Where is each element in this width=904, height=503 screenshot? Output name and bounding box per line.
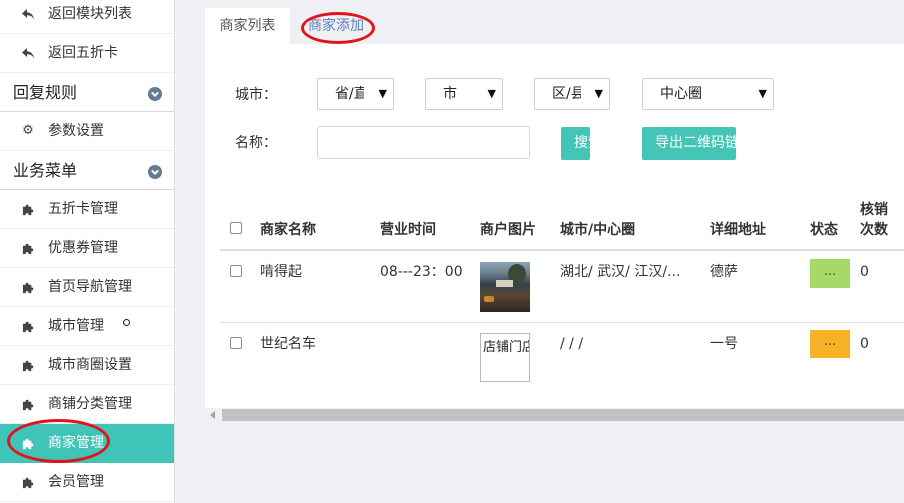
row-address: 一号	[710, 336, 738, 352]
name-filter-label: 名称：	[235, 135, 277, 151]
select-all-checkbox[interactable]	[230, 222, 242, 234]
column-header-address[interactable]: 详细地址	[710, 220, 766, 240]
sidebar-item-home-nav[interactable]: 首页导航管理	[0, 268, 174, 307]
sidebar-section-business-menu[interactable]: 业务菜单	[0, 151, 174, 190]
province-select[interactable]: 省/直 ▼	[317, 78, 394, 110]
thumbnail-detail	[484, 296, 494, 302]
column-header-name[interactable]: 商家名称	[260, 220, 316, 240]
merchant-list-panel: 城市： 省/直 ▼ 市 ▼ 区/县 ▼ 中心圈 ▼ 名称： 搜索 导出二维码链接…	[205, 44, 904, 408]
column-header-city[interactable]: 城市/中心圈	[560, 220, 635, 240]
city-filter-label: 城市：	[235, 87, 277, 103]
sidebar-item-label: 会员管理	[48, 474, 104, 490]
caret-down-icon: ▼	[594, 87, 603, 100]
pointer-marker	[123, 319, 130, 326]
annotation-ellipse-add-tab	[301, 12, 375, 44]
city-select[interactable]: 市 ▼	[425, 78, 503, 110]
business-circle-select[interactable]: 中心圈 ▼	[642, 78, 774, 110]
puzzle-icon	[20, 240, 36, 256]
sidebar-item-business-circles[interactable]: 城市商圈设置	[0, 346, 174, 385]
sidebar-item-half-price-card[interactable]: 五折卡管理	[0, 190, 174, 229]
sidebar-item-shop-categories[interactable]: 商铺分类管理	[0, 385, 174, 424]
name-search-input[interactable]	[317, 126, 530, 159]
puzzle-icon	[20, 357, 36, 373]
column-header-status[interactable]: 状态	[810, 220, 838, 240]
sidebar-link-label: 返回模块列表	[48, 6, 132, 22]
sidebar-item-settings[interactable]: ⚙ 参数设置	[0, 112, 174, 151]
chevron-down-circle-icon[interactable]	[148, 164, 162, 179]
merchant-thumbnail[interactable]	[480, 262, 530, 312]
sidebar-link-label: 返回五折卡	[48, 45, 118, 61]
row-city-circle: / / /	[560, 336, 584, 352]
search-button[interactable]: 搜索	[561, 127, 590, 160]
puzzle-icon	[20, 318, 36, 334]
sidebar-item-label: 优惠券管理	[48, 240, 118, 256]
merchant-image-broken[interactable]: 店铺门店	[480, 333, 530, 382]
sidebar-item-label: 参数设置	[48, 123, 104, 139]
sidebar-item-label: 城市商圈设置	[48, 357, 132, 373]
puzzle-icon	[20, 279, 36, 295]
export-qrcode-button[interactable]: 导出二维码链接	[642, 127, 736, 160]
annotation-ellipse-merchant-menu	[7, 419, 110, 463]
column-header-image[interactable]: 商户图片	[480, 220, 536, 240]
caret-down-icon: ▼	[378, 87, 387, 100]
sidebar-section-title: 业务菜单	[13, 161, 78, 180]
back-arrow-icon	[20, 45, 36, 61]
sidebar-item-coupons[interactable]: 优惠券管理	[0, 229, 174, 268]
sidebar-section-reply-rules[interactable]: 回复规则	[0, 73, 174, 112]
row-business-hours: 08---23：00	[380, 264, 463, 280]
city-select-value: 市	[443, 86, 457, 102]
province-select-value: 省/直	[335, 86, 364, 102]
row-address: 德萨	[710, 264, 738, 280]
sidebar-item-members[interactable]: 会员管理	[0, 463, 174, 502]
district-select-value: 区/县	[552, 86, 581, 102]
image-alt-text: 店铺门店	[483, 340, 530, 355]
row-checkbox[interactable]	[230, 337, 242, 349]
sidebar-item-label: 首页导航管理	[48, 279, 132, 295]
back-arrow-icon	[20, 6, 36, 22]
gear-icon: ⚙	[22, 123, 34, 138]
district-select[interactable]: 区/县 ▼	[534, 78, 610, 110]
puzzle-icon	[20, 201, 36, 217]
column-header-count-line1[interactable]: 核销	[860, 200, 888, 220]
scrollbar-thumb[interactable]	[222, 409, 904, 421]
thumbnail-detail	[496, 280, 513, 287]
business-circle-select-value: 中心圈	[660, 86, 702, 102]
sidebar-item-label: 五折卡管理	[48, 201, 118, 217]
column-header-hours[interactable]: 营业时间	[380, 220, 436, 240]
caret-down-icon: ▼	[758, 87, 767, 100]
table-header-divider	[220, 249, 904, 251]
tab-merchant-list[interactable]: 商家列表	[205, 8, 290, 44]
puzzle-icon	[20, 474, 36, 490]
status-button[interactable]: ...	[810, 330, 850, 358]
row-checkbox[interactable]	[230, 265, 242, 277]
row-merchant-name: 世纪名车	[260, 336, 316, 352]
row-verify-count: 0	[860, 336, 869, 352]
scroll-left-arrow-icon[interactable]	[210, 411, 215, 419]
table-row-divider	[220, 322, 904, 323]
row-verify-count: 0	[860, 264, 869, 280]
sidebar-item-label: 城市管理	[48, 318, 104, 334]
horizontal-scrollbar[interactable]	[205, 408, 904, 422]
sidebar-item-cities[interactable]: 城市管理	[0, 307, 174, 346]
sidebar-link-back-modules[interactable]: 返回模块列表	[0, 0, 174, 34]
status-button[interactable]: ...	[810, 259, 850, 288]
column-header-count-line2[interactable]: 次数	[860, 220, 888, 240]
sidebar-section-title: 回复规则	[13, 83, 78, 102]
row-city-circle: 湖北/ 武汉/ 江汉/...	[560, 264, 681, 280]
row-merchant-name: 啃得起	[260, 264, 302, 280]
caret-down-icon: ▼	[487, 87, 496, 100]
sidebar-link-back-card[interactable]: 返回五折卡	[0, 34, 174, 73]
chevron-down-circle-icon[interactable]	[148, 86, 162, 101]
puzzle-icon	[20, 396, 36, 412]
